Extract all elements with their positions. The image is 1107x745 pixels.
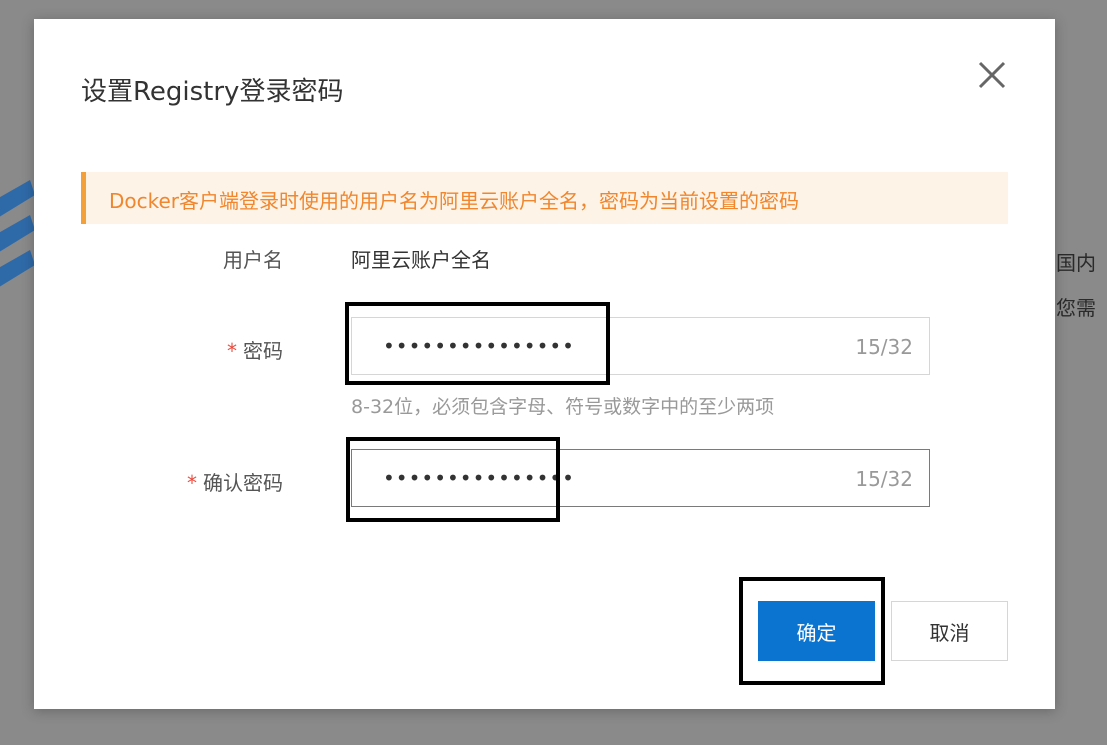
username-value: 阿里云账户全名 — [351, 248, 491, 272]
background-text-line2: 您需 — [1056, 296, 1096, 320]
password-hint: 8-32位，必须包含字母、符号或数字中的至少两项 — [351, 396, 775, 418]
username-label: 用户名 — [223, 248, 283, 272]
password-input-box[interactable]: 15/32 — [351, 317, 930, 375]
page-backdrop: 国内 您需 设置Registry登录密码 Docker客户端登录时使用的用户名为… — [0, 0, 1107, 745]
confirm-password-input-box[interactable]: 15/32 — [351, 449, 930, 507]
background-text-line1: 国内 — [1056, 251, 1096, 275]
cancel-button[interactable]: 取消 — [891, 601, 1008, 661]
confirm-password-field[interactable] — [352, 450, 832, 506]
close-icon — [978, 61, 1006, 89]
registry-password-dialog: 设置Registry登录密码 Docker客户端登录时使用的用户名为阿里云账户全… — [34, 19, 1055, 709]
password-label: 密码 — [243, 339, 283, 363]
notice-text: Docker客户端登录时使用的用户名为阿里云账户全名，密码为当前设置的密码 — [109, 189, 800, 213]
dialog-title: 设置Registry登录密码 — [81, 77, 344, 107]
close-button[interactable] — [972, 55, 1012, 95]
notice-banner: Docker客户端登录时使用的用户名为阿里云账户全名，密码为当前设置的密码 — [81, 172, 1008, 224]
confirm-password-label-row: * 确认密码 — [68, 467, 283, 496]
password-field[interactable] — [352, 318, 832, 374]
required-marker: * — [227, 339, 237, 363]
password-length-counter: 15/32 — [855, 335, 913, 359]
required-marker: * — [187, 471, 197, 495]
confirm-button[interactable]: 确定 — [758, 601, 875, 661]
confirm-password-label: 确认密码 — [203, 471, 283, 495]
password-label-row: * 密码 — [68, 335, 283, 364]
confirm-password-length-counter: 15/32 — [855, 467, 913, 491]
